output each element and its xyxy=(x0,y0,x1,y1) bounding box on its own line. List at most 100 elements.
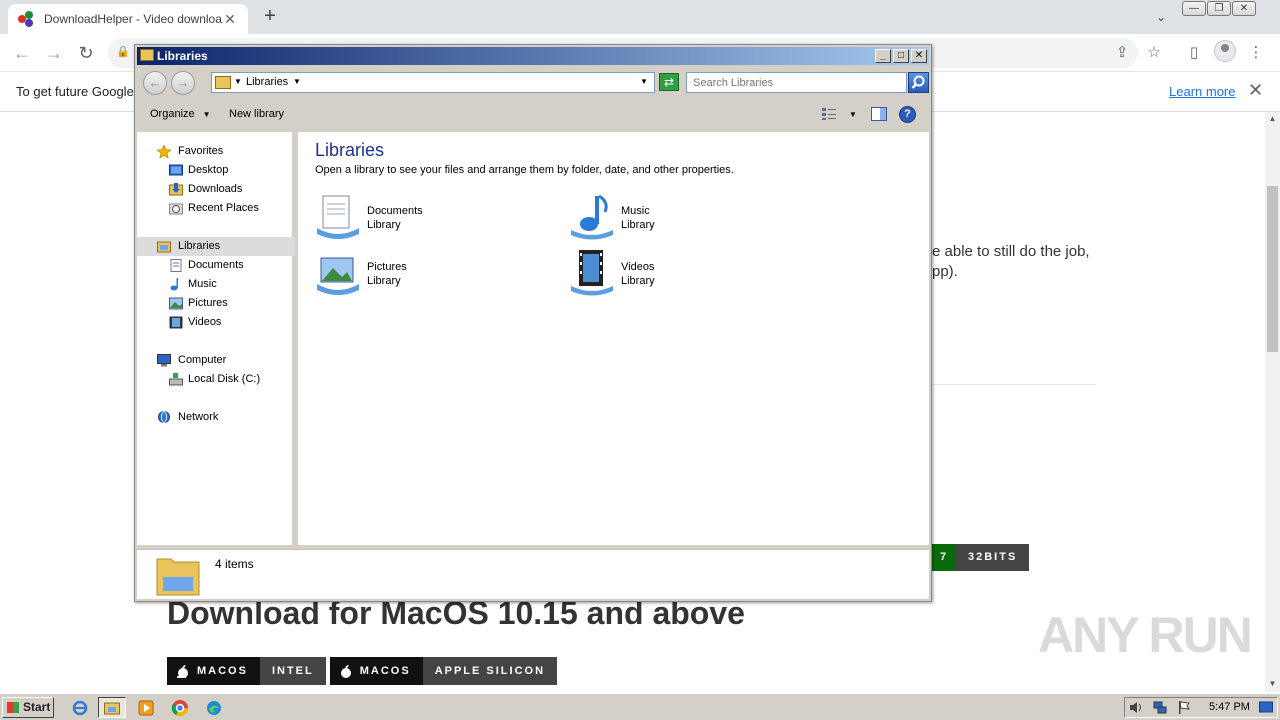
nav-documents[interactable]: Documents xyxy=(137,256,295,275)
page-divider xyxy=(932,384,1096,385)
windows-download-button[interactable]: 7 32BITS xyxy=(932,544,1030,571)
show-desktop-icon[interactable] xyxy=(1259,701,1273,714)
documents-library-name: Documents xyxy=(367,205,423,217)
pictures-library-tile[interactable]: Pictures Library xyxy=(315,250,515,300)
chrome-icon[interactable] xyxy=(166,697,194,718)
breadcrumb-chevron-icon[interactable]: ▼ xyxy=(234,77,242,86)
browser-close-button[interactable]: ✕ xyxy=(1232,1,1256,16)
nav-music[interactable]: Music xyxy=(137,275,295,294)
window-title: Libraries xyxy=(157,49,208,63)
windows-arch-label: 32BITS xyxy=(956,544,1030,571)
address-breadcrumb[interactable]: Libraries xyxy=(246,76,288,88)
nav-recent-places-label: Recent Places xyxy=(188,202,259,214)
view-dropdown-icon[interactable]: ▼ xyxy=(849,110,857,119)
videos-library-icon xyxy=(571,250,613,296)
explorer-taskbar-icon[interactable] xyxy=(98,697,126,718)
tab-strip: DownloadHelper - Video download br ✕ + ⌄… xyxy=(0,0,1280,34)
macos-apple-silicon-button[interactable]: MACOS APPLE SILICON xyxy=(329,657,558,685)
chrome-menu-icon[interactable]: ⋮ xyxy=(1245,42,1267,64)
nav-local-disk[interactable]: Local Disk (C:) xyxy=(137,370,295,389)
documents-library-tile[interactable]: Documents Library xyxy=(315,194,515,244)
pictures-icon xyxy=(169,297,183,310)
recent-places-icon xyxy=(169,203,183,215)
documents-icon xyxy=(170,259,182,272)
nav-libraries[interactable]: Libraries xyxy=(137,237,295,256)
nav-recent-places[interactable]: Recent Places xyxy=(137,199,295,218)
nav-downloads[interactable]: Downloads xyxy=(137,180,295,199)
browser-restore-button[interactable]: ❐ xyxy=(1207,1,1231,16)
organize-button[interactable]: Organize ▼ xyxy=(150,108,211,120)
hard-disk-icon xyxy=(169,373,183,386)
browser-window-controls: — ❐ ✕ xyxy=(1182,1,1257,16)
videos-library-tile[interactable]: Videos Library xyxy=(569,250,769,300)
window-titlebar[interactable]: Libraries _ □ ✕ xyxy=(137,47,929,65)
breadcrumb-chevron-icon[interactable]: ▼ xyxy=(293,77,301,86)
browser-tab[interactable]: DownloadHelper - Video download br ✕ xyxy=(8,4,248,34)
organize-chevron-icon: ▼ xyxy=(202,110,211,119)
documents-library-icon xyxy=(317,195,359,239)
content-heading: Libraries xyxy=(315,140,385,160)
start-button[interactable]: Start xyxy=(2,697,54,718)
nav-documents-label: Documents xyxy=(188,259,244,271)
downloads-folder-icon xyxy=(169,183,183,196)
close-button[interactable]: ✕ xyxy=(911,49,927,63)
internet-explorer-icon[interactable] xyxy=(66,697,94,718)
bookmark-star-icon[interactable]: ☆ xyxy=(1143,42,1165,64)
search-input[interactable] xyxy=(686,72,907,93)
explorer-back-icon[interactable]: ← xyxy=(143,71,167,95)
nav-pictures[interactable]: Pictures xyxy=(137,294,295,313)
explorer-forward-icon[interactable]: → xyxy=(171,71,195,95)
nav-favorites[interactable]: Favorites xyxy=(137,142,295,161)
libraries-status-icon xyxy=(156,558,200,596)
forward-icon[interactable]: → xyxy=(42,41,66,65)
speaker-icon[interactable] xyxy=(1129,701,1143,714)
organize-label: Organize xyxy=(150,108,195,120)
minimize-button[interactable]: _ xyxy=(875,49,891,63)
tab-search-icon[interactable]: ⌄ xyxy=(1150,6,1172,28)
change-view-icon[interactable] xyxy=(821,107,837,121)
page-text-line-1: e able to still do the job, xyxy=(932,243,1090,260)
reload-icon[interactable]: ↻ xyxy=(74,41,98,65)
nav-desktop[interactable]: Desktop xyxy=(137,161,295,180)
media-player-icon[interactable] xyxy=(132,697,160,718)
nav-music-label: Music xyxy=(188,278,217,290)
star-icon xyxy=(157,145,171,158)
edge-icon[interactable] xyxy=(200,697,228,718)
nav-network[interactable]: Network xyxy=(137,408,295,427)
music-library-tile[interactable]: Music Library xyxy=(569,194,769,244)
maximize-button[interactable]: □ xyxy=(893,49,909,63)
learn-more-link[interactable]: Learn more xyxy=(1169,84,1235,99)
network-tray-icon[interactable] xyxy=(1153,701,1167,714)
page-text-line-2: pp). xyxy=(932,263,958,280)
new-tab-button[interactable]: + xyxy=(258,4,282,30)
new-library-button[interactable]: New library xyxy=(229,108,284,120)
item-count: 4 items xyxy=(215,557,254,571)
help-icon[interactable]: ? xyxy=(899,106,916,123)
taskbar-clock[interactable]: 5:47 PM xyxy=(1209,701,1250,713)
anyrun-watermark: ANY RUN xyxy=(1038,607,1253,663)
taskbar: Start 5:47 PM xyxy=(0,693,1280,720)
nav-videos[interactable]: Videos xyxy=(137,313,295,332)
content-subheading: Open a library to see your files and arr… xyxy=(315,164,734,176)
tab-close-icon[interactable]: ✕ xyxy=(222,11,238,28)
browser-minimize-button[interactable]: — xyxy=(1182,1,1206,16)
nav-computer[interactable]: Computer xyxy=(137,351,295,370)
scroll-down-arrow-icon[interactable]: ▼ xyxy=(1265,679,1280,691)
explorer-address-bar[interactable]: ▼ Libraries ▼ ▼ xyxy=(211,72,655,93)
refresh-icon[interactable]: ⇄ xyxy=(659,73,679,91)
side-panel-icon[interactable]: ▯ xyxy=(1183,42,1205,64)
downloadhelper-favicon-icon xyxy=(18,11,34,27)
system-tray: 5:47 PM xyxy=(1124,697,1278,718)
page-scrollbar-thumb[interactable] xyxy=(1267,186,1278,352)
scroll-up-arrow-icon[interactable]: ▲ xyxy=(1265,114,1280,126)
search-icon[interactable] xyxy=(908,72,929,93)
share-icon[interactable]: ⇪ xyxy=(1111,42,1133,64)
preview-pane-icon[interactable] xyxy=(871,107,887,121)
macos-intel-button[interactable]: MACOS INTEL xyxy=(167,657,326,685)
videos-filmstrip-icon xyxy=(169,316,183,329)
address-dropdown-icon[interactable]: ▼ xyxy=(640,77,648,86)
back-icon[interactable]: ← xyxy=(10,41,34,65)
profile-avatar[interactable] xyxy=(1214,40,1236,62)
info-bar-close-icon[interactable]: ✕ xyxy=(1248,80,1263,101)
action-center-flag-icon[interactable] xyxy=(1177,701,1191,714)
